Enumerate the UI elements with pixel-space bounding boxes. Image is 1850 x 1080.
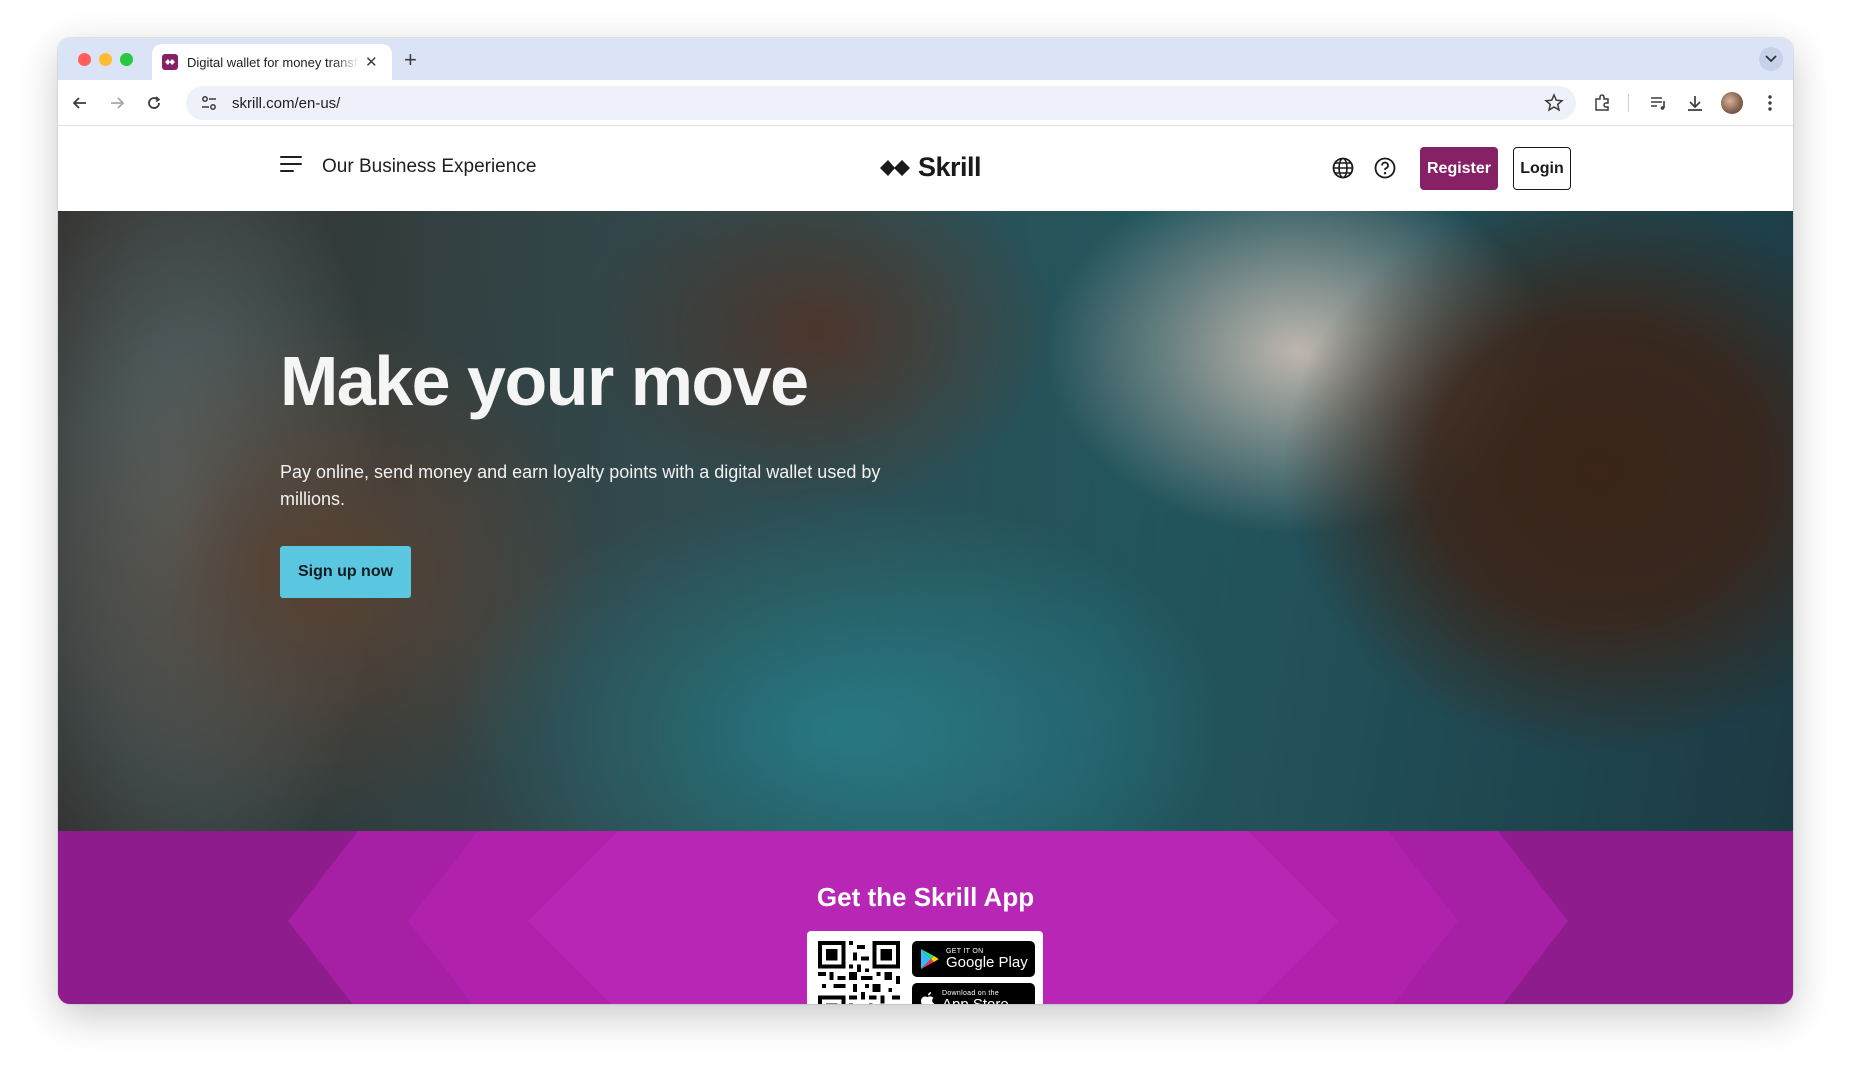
site-info-icon[interactable] bbox=[200, 94, 218, 117]
chevron-down-icon bbox=[1765, 55, 1777, 63]
tab-title: Digital wallet for money transfers bbox=[187, 54, 359, 70]
browser-toolbar: skrill.com/en-us/ bbox=[58, 80, 1793, 126]
extensions-icon[interactable] bbox=[1590, 91, 1614, 115]
browser-tab[interactable]: Digital wallet for money transfers ✕ bbox=[152, 44, 392, 80]
address-bar[interactable]: skrill.com/en-us/ bbox=[186, 86, 1576, 120]
skrill-logo[interactable]: Skrill bbox=[880, 152, 982, 183]
google-play-big-text: Google Play bbox=[946, 953, 1028, 971]
sign-up-button[interactable]: Sign up now bbox=[280, 546, 411, 598]
site-header: Our Business Experience Skrill Register … bbox=[58, 126, 1793, 211]
hero-title: Make your move bbox=[280, 342, 809, 420]
globe-icon[interactable] bbox=[1331, 156, 1355, 180]
menu-icon[interactable] bbox=[280, 156, 302, 176]
app-download-card: GET IT ON Google Play Download on the Ap… bbox=[807, 931, 1043, 1004]
url-text[interactable]: skrill.com/en-us/ bbox=[232, 95, 340, 112]
tab-close-icon[interactable]: ✕ bbox=[365, 53, 378, 71]
tab-search-button[interactable] bbox=[1759, 47, 1783, 71]
logo-text: Skrill bbox=[918, 152, 982, 182]
hero-section: Make your move Pay online, send money an… bbox=[58, 211, 1793, 831]
forward-icon[interactable] bbox=[105, 91, 129, 115]
register-button[interactable]: Register bbox=[1420, 147, 1498, 190]
browser-window: Digital wallet for money transfers ✕ + s… bbox=[58, 38, 1793, 1004]
close-window-button[interactable] bbox=[78, 53, 91, 66]
app-store-badge[interactable]: Download on the App Store bbox=[912, 983, 1035, 1004]
back-icon[interactable] bbox=[68, 91, 92, 115]
apple-icon bbox=[921, 992, 934, 1004]
hero-background-image bbox=[58, 211, 1793, 831]
download-icon[interactable] bbox=[1683, 91, 1707, 115]
qr-code bbox=[818, 941, 900, 1004]
app-store-big-text: App Store bbox=[942, 995, 1009, 1005]
google-play-badge[interactable]: GET IT ON Google Play bbox=[912, 941, 1035, 977]
skrill-favicon-icon bbox=[162, 54, 178, 70]
minimize-window-button[interactable] bbox=[99, 53, 112, 66]
business-experience-link[interactable]: Our Business Experience bbox=[322, 156, 536, 178]
hero-subtitle: Pay online, send money and earn loyalty … bbox=[280, 462, 881, 509]
login-button[interactable]: Login bbox=[1513, 147, 1571, 190]
browser-menu-icon[interactable] bbox=[1758, 91, 1782, 115]
profile-avatar[interactable] bbox=[1720, 91, 1744, 115]
tab-strip: Digital wallet for money transfers ✕ + bbox=[58, 38, 1793, 80]
skrill-diamond-icon bbox=[880, 159, 910, 176]
toolbar-divider bbox=[1628, 94, 1629, 112]
new-tab-button[interactable]: + bbox=[404, 47, 417, 73]
media-controls-icon[interactable] bbox=[1646, 91, 1670, 115]
app-section-title: Get the Skrill App bbox=[816, 882, 1035, 912]
reload-icon[interactable] bbox=[142, 91, 166, 115]
bookmark-star-icon[interactable] bbox=[1544, 93, 1564, 118]
google-play-icon bbox=[921, 949, 939, 969]
app-download-section: Get the Skrill App GET IT ON Google Play… bbox=[58, 831, 1793, 1004]
help-icon[interactable] bbox=[1373, 156, 1397, 180]
maximize-window-button[interactable] bbox=[120, 53, 133, 66]
